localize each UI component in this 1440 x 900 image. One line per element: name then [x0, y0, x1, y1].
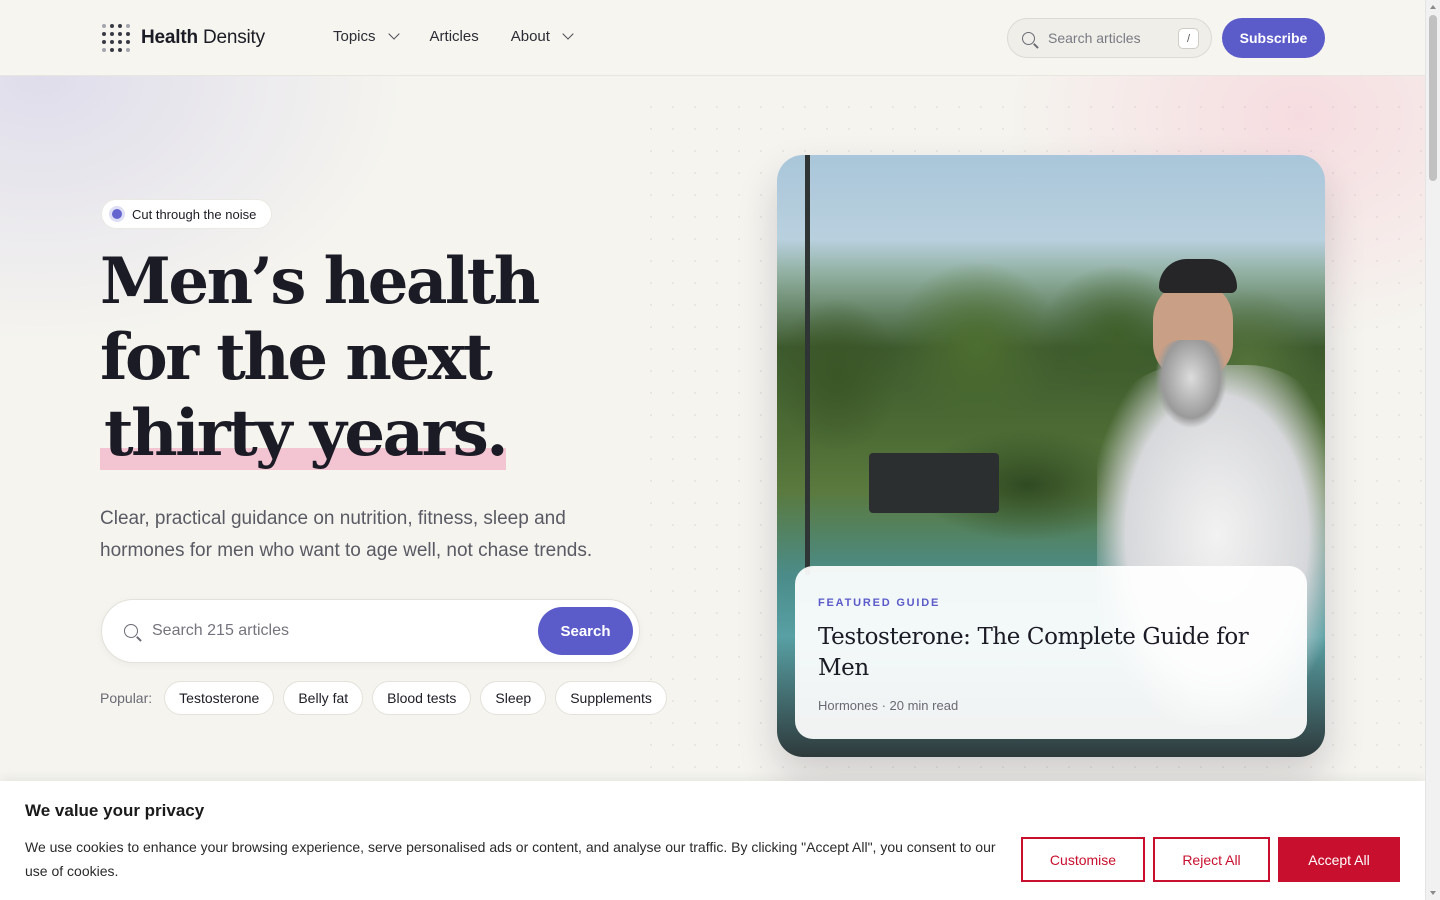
tag-chip-blood-tests[interactable]: Blood tests [372, 681, 472, 715]
cookie-title: We value your privacy [25, 801, 205, 820]
hero-search-button[interactable]: Search [538, 607, 633, 655]
hero-headline: Men’s health for the next thirty years. [100, 244, 540, 472]
headline-line-3-highlighted: thirty years. [100, 396, 509, 472]
hero-subtitle: Clear, practical guidance on nutrition, … [100, 508, 593, 561]
photo-bench [869, 453, 999, 513]
featured-card[interactable]: FEATURED GUIDE Testosterone: The Complet… [777, 155, 1325, 757]
scroll-down-arrow-icon[interactable] [1430, 891, 1436, 895]
search-icon [1022, 31, 1035, 45]
subscribe-button[interactable]: Subscribe [1222, 18, 1325, 58]
scrollbar-thumb[interactable] [1429, 15, 1437, 181]
featured-meta: Hormones · 20 min read [818, 698, 959, 713]
popular-label: Popular: [100, 690, 153, 706]
cookie-customise-button[interactable]: Customise [1021, 837, 1145, 882]
cookie-accept-button[interactable]: Accept All [1278, 837, 1400, 882]
main-nav: Topics Articles About [333, 28, 604, 45]
tag-chip-belly-fat[interactable]: Belly fat [283, 681, 364, 715]
tag-chip-sleep[interactable]: Sleep [480, 681, 547, 715]
photo-man-cap [1159, 259, 1237, 293]
featured-title[interactable]: Testosterone: The Complete Guide for Men [818, 622, 1284, 684]
chevron-down-icon [562, 28, 574, 40]
hero-search-input[interactable]: Search 215 articles Search [101, 599, 640, 663]
brand-name: Health Density [141, 27, 265, 48]
cookie-text: We use cookies to enhance your browsing … [25, 839, 996, 879]
hero-badge: Cut through the noise [101, 199, 273, 229]
headline-line-1: Men’s health [100, 244, 540, 319]
header-search-placeholder: Search articles [1048, 30, 1141, 46]
page-scrollbar[interactable] [1425, 0, 1440, 900]
nav-articles[interactable]: Articles [430, 28, 479, 45]
cookie-banner: We value your privacy We use cookies to … [0, 781, 1425, 900]
shortcut-key-hint: / [1178, 28, 1199, 49]
headline-line-2: for the next [100, 320, 493, 395]
search-icon [124, 624, 138, 638]
chevron-down-icon [387, 28, 400, 40]
featured-card-info: FEATURED GUIDE Testosterone: The Complet… [795, 566, 1307, 739]
photo-man-beard [1155, 340, 1227, 430]
logo-dots-icon [102, 24, 130, 52]
hero-search-placeholder: Search 215 articles [152, 622, 289, 639]
site-header: Health Density Topics Articles About Sea… [0, 0, 1425, 76]
popular-tags: Popular: Testosterone Belly fat Blood te… [100, 681, 676, 715]
site-logo[interactable]: Health Density [102, 24, 265, 52]
tag-chip-testosterone[interactable]: Testosterone [164, 681, 275, 715]
scroll-up-arrow-icon[interactable] [1430, 5, 1436, 9]
photo-pole [805, 155, 810, 575]
featured-kicker: FEATURED GUIDE [818, 597, 941, 609]
cookie-reject-button[interactable]: Reject All [1153, 837, 1270, 882]
tag-chip-supplements[interactable]: Supplements [555, 681, 667, 715]
badge-dot-icon [112, 209, 122, 219]
nav-about[interactable]: About [511, 28, 574, 45]
nav-topics[interactable]: Topics [333, 28, 400, 45]
header-search-input[interactable]: Search articles / [1007, 18, 1212, 58]
